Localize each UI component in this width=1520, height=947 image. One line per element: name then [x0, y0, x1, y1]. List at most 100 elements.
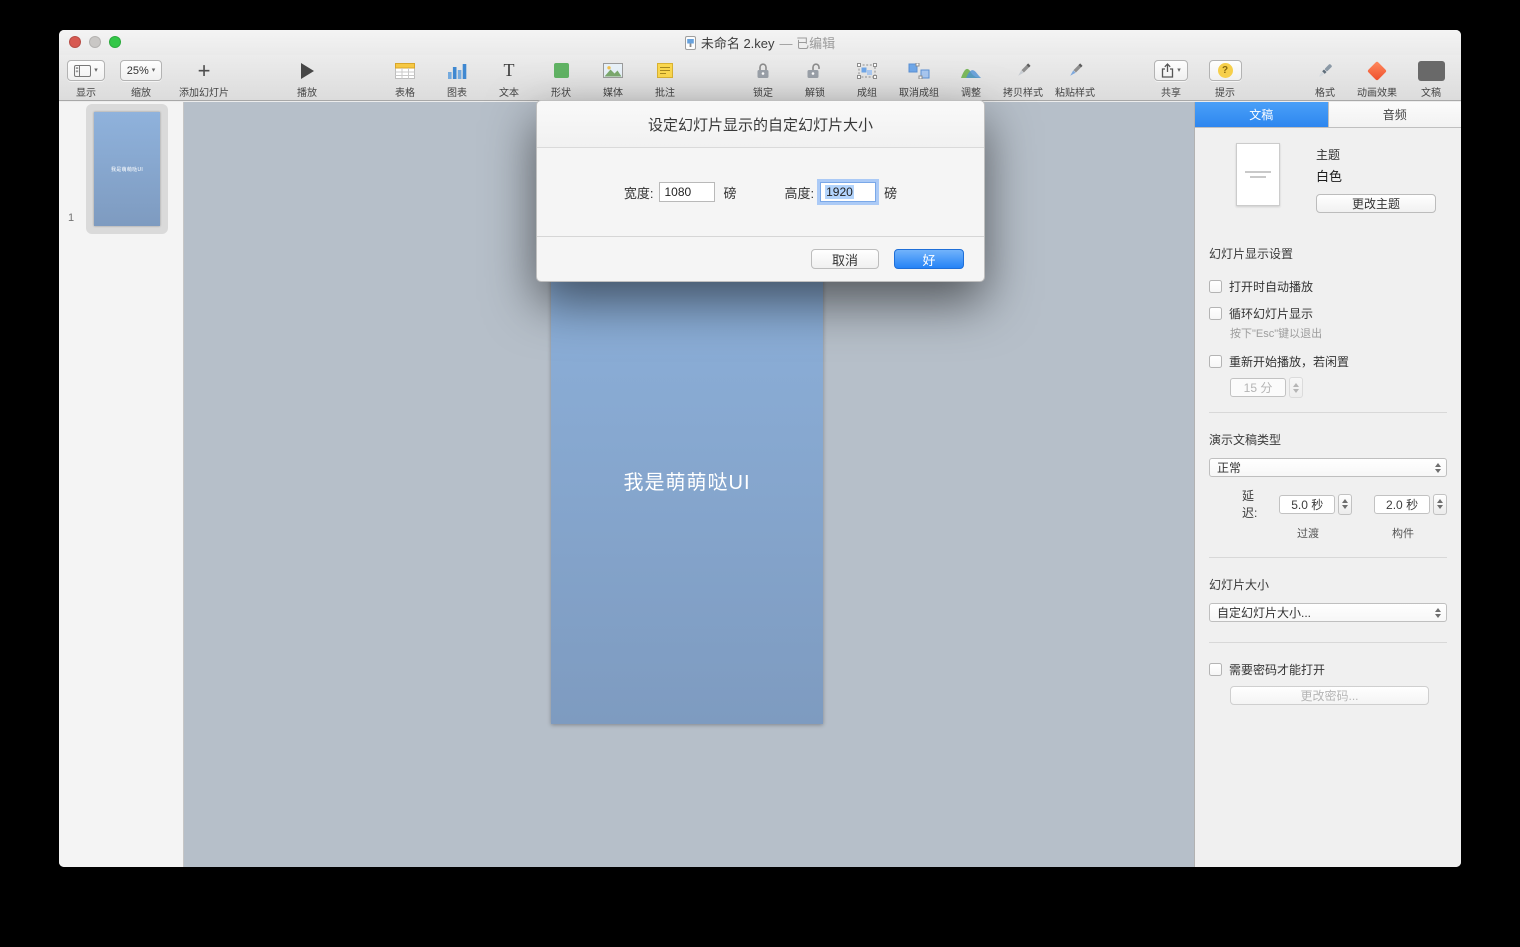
toolbar-table-button[interactable]: 表格 — [379, 58, 431, 99]
toolbar-paste-style-button[interactable]: 粘贴样式 — [1046, 58, 1104, 99]
toolbar-format-button[interactable]: 格式 — [1299, 58, 1351, 99]
idle-time-stepper[interactable] — [1289, 377, 1303, 398]
theme-thumb-line — [1250, 176, 1266, 178]
checkbox-icon[interactable] — [1209, 280, 1222, 293]
theme-label: 主题 — [1316, 148, 1341, 162]
shape-icon — [553, 63, 569, 78]
autoplay-checkbox-row[interactable]: 打开时自动播放 — [1209, 278, 1447, 295]
chevron-down-icon: ▾ — [94, 67, 98, 74]
divider — [1209, 412, 1447, 413]
toolbar-media-button[interactable]: 媒体 — [587, 58, 639, 99]
toolbar-document-button[interactable]: 文稿 — [1405, 58, 1457, 99]
cancel-button[interactable]: 取消 — [811, 249, 879, 269]
toolbar-unlock-button[interactable]: 解锁 — [789, 58, 841, 99]
change-theme-button[interactable]: 更改主题 — [1316, 194, 1436, 213]
idle-time-control: 15 分 — [1230, 377, 1447, 398]
build-delay-field[interactable]: 2.0 秒 — [1374, 494, 1430, 514]
checkbox-icon[interactable] — [1209, 355, 1222, 368]
view-icon — [74, 64, 92, 77]
unlock-icon — [807, 63, 820, 78]
toolbar-comment-button[interactable]: 批注 — [639, 58, 691, 99]
height-input[interactable]: 1920 — [820, 182, 877, 202]
checkbox-icon[interactable] — [1209, 307, 1222, 320]
minimize-button[interactable] — [89, 36, 101, 48]
chevron-down-icon: ▾ — [1177, 67, 1181, 74]
slide-title-text[interactable]: 我是萌萌哒UI — [551, 466, 823, 495]
toolbar-ungroup-button[interactable]: 取消成组 — [888, 58, 950, 99]
toolbar-zoom-button[interactable]: 25% ▾ 缩放 — [115, 58, 167, 99]
custom-slide-size-dialog: 设定幻灯片显示的自定幻灯片大小 宽度: 1080 磅 高度: 1920 磅 取消… — [536, 100, 985, 282]
window-title: 未命名 2.key — 已编辑 — [59, 30, 1461, 55]
thumbnail-text: 我是萌萌哒UI — [110, 166, 144, 173]
text-icon: T — [503, 60, 515, 80]
build-delay-value: 2.0 秒 — [1386, 497, 1419, 512]
theme-thumb-line — [1245, 171, 1271, 173]
loop-checkbox-row[interactable]: 循环幻灯片显示 — [1209, 305, 1447, 322]
table-icon — [395, 62, 415, 79]
password-checkbox-row[interactable]: 需要密码才能打开 — [1209, 661, 1447, 678]
transition-delay-stepper[interactable] — [1338, 493, 1353, 515]
presentation-type-select[interactable]: 正常 — [1209, 458, 1447, 477]
restart-checkbox-row[interactable]: 重新开始播放，若闲置 — [1209, 353, 1447, 370]
slide-size-select[interactable]: 自定幻灯片大小... — [1209, 603, 1447, 622]
copy-style-icon — [1018, 62, 1031, 76]
fullscreen-button[interactable] — [109, 36, 121, 48]
stepper-up-icon — [1342, 499, 1349, 503]
titlebar[interactable]: 未命名 2.key — 已编辑 — [59, 30, 1461, 55]
toolbar-tips-button[interactable]: ? 提示 — [1199, 58, 1251, 99]
change-password-button[interactable]: 更改密码... — [1230, 686, 1429, 705]
transition-label: 过渡 — [1297, 528, 1319, 540]
close-button[interactable] — [69, 36, 81, 48]
stepper-down-icon — [1342, 505, 1349, 509]
height-label: 高度: — [784, 185, 815, 201]
toolbar-chart-button[interactable]: 图表 — [431, 58, 483, 99]
media-icon — [603, 63, 623, 78]
width-unit: 磅 — [723, 185, 737, 201]
stepper-down-icon — [1293, 388, 1299, 393]
toolbar-add-slide-button[interactable]: + 添加幻灯片 — [171, 58, 237, 99]
toolbar-adjust-button[interactable]: 调整 — [945, 58, 997, 99]
traffic-lights — [69, 36, 121, 48]
ok-button[interactable]: 好 — [894, 249, 964, 269]
checkbox-icon[interactable] — [1209, 663, 1222, 676]
width-input[interactable]: 1080 — [659, 182, 716, 202]
toolbar-share-button[interactable]: ▾ 共享 — [1145, 58, 1197, 99]
divider — [1209, 642, 1447, 643]
transition-delay-field[interactable]: 5.0 秒 — [1279, 494, 1336, 514]
toolbar-play-button[interactable]: 播放 — [281, 58, 333, 99]
width-label: 宽度: — [623, 185, 654, 201]
slide-thumbnail[interactable]: 我是萌萌哒UI — [94, 112, 160, 226]
window-title-text: 未命名 2.key — [700, 36, 775, 51]
toolbar: ▾ 显示 25% ▾ 缩放 + 添加幻灯片 播放 表格 图表 T 文本 形状 媒… — [59, 55, 1461, 101]
toolbar-shape-button[interactable]: 形状 — [535, 58, 587, 99]
toolbar-animate-button[interactable]: 动画效果 — [1348, 58, 1406, 99]
stepper-up-icon — [1437, 499, 1443, 503]
section-title-slideshow-settings: 幻灯片显示设置 — [1209, 247, 1294, 261]
toolbar-text-button[interactable]: T 文本 — [483, 58, 535, 99]
width-value: 1080 — [664, 185, 692, 199]
section-title-presentation-type: 演示文稿类型 — [1209, 433, 1282, 447]
toolbar-copy-style-button[interactable]: 拷贝样式 — [994, 58, 1052, 99]
inspector-panel: 文稿 音频 主题 白色 更改主题 幻灯片显示设置 打开时自动播放 循环幻灯片显示… — [1194, 102, 1461, 867]
theme-name: 白色 — [1316, 169, 1343, 184]
section-title-slide-size: 幻灯片大小 — [1209, 578, 1270, 592]
slide-navigator: 我是萌萌哒UI 1 — [59, 102, 184, 867]
idle-time-field[interactable]: 15 分 — [1230, 378, 1286, 397]
chart-icon — [448, 63, 467, 79]
divider — [1209, 557, 1447, 558]
build-delay-stepper[interactable] — [1433, 493, 1447, 515]
play-icon — [300, 62, 314, 79]
slide[interactable]: 我是萌萌哒UI — [551, 240, 823, 724]
ungroup-icon — [908, 62, 930, 79]
toolbar-lock-button[interactable]: 锁定 — [737, 58, 789, 99]
stepper-down-icon — [1437, 505, 1443, 509]
tab-document[interactable]: 文稿 — [1195, 102, 1329, 127]
toolbar-group-button[interactable]: 成组 — [841, 58, 893, 99]
toolbar-view-button[interactable]: ▾ 显示 — [64, 58, 108, 99]
stepper-up-icon — [1293, 382, 1299, 387]
keynote-doc-icon — [684, 35, 696, 50]
transition-delay-value: 5.0 秒 — [1291, 497, 1324, 512]
zoom-value: 25% — [126, 64, 149, 77]
delay-controls: 延迟: 5.0 秒 2.0 秒 — [1209, 487, 1447, 521]
tab-audio[interactable]: 音频 — [1328, 102, 1461, 127]
